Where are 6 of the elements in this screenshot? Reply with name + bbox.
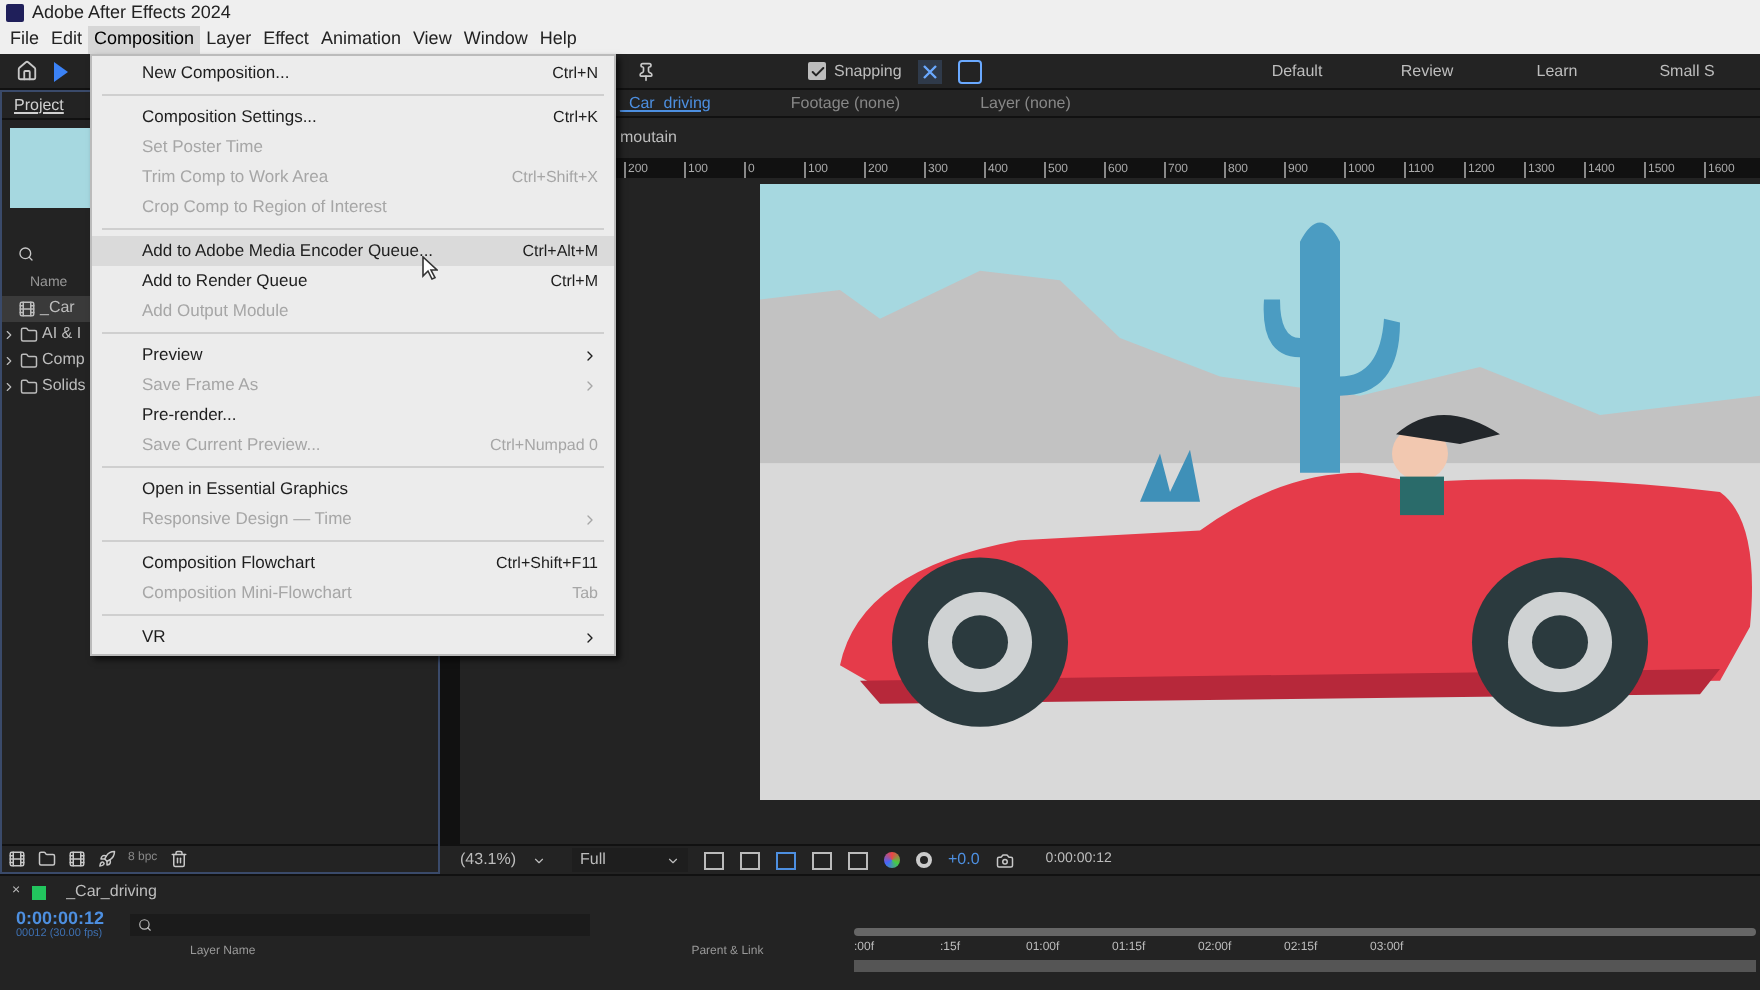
item-name: AI & I [42,322,82,346]
snapping-label: Snapping [834,59,902,83]
item-name: _Car [40,296,75,320]
item-name: Comp [42,348,85,372]
window-title: Adobe After Effects 2024 [32,0,231,26]
item-name: Solids [42,374,86,398]
